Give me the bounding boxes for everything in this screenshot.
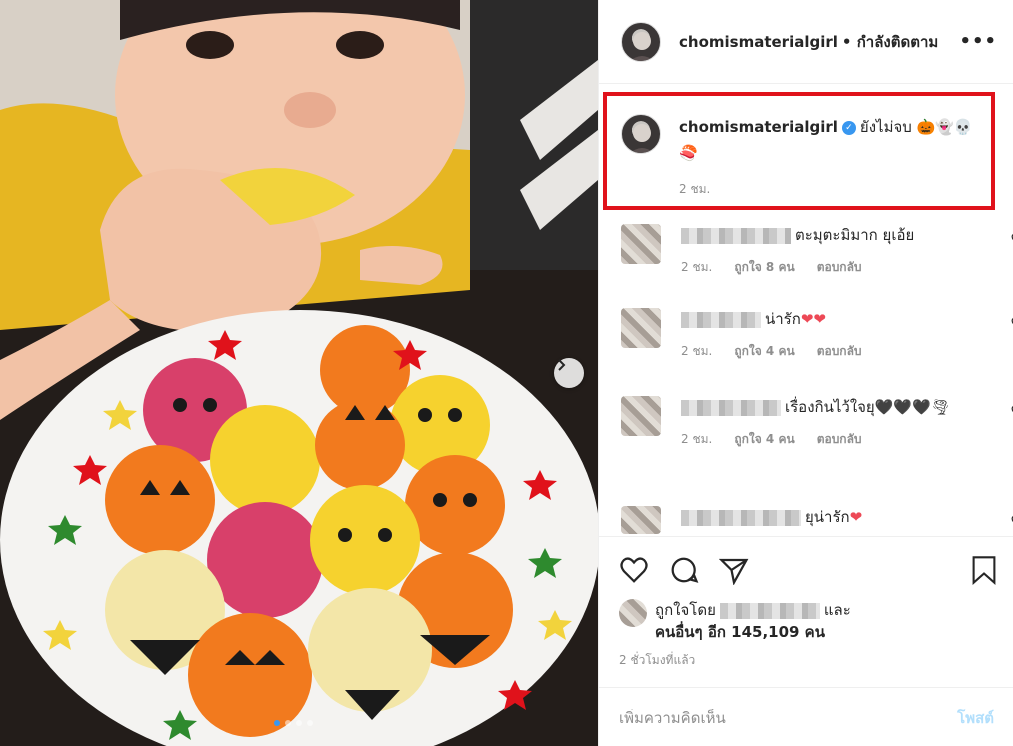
comment-likes[interactable]: ถูกใจ 4 คน — [734, 342, 794, 361]
post-comment-button[interactable]: โพสต์ — [957, 706, 994, 730]
bookmark-icon[interactable] — [970, 555, 998, 585]
comment-emoji: ❤ — [849, 508, 863, 526]
comment-item: ตะมุตะมิมาก ยุเอ้ย 2 ชม. ถูกใจ 8 คน ตอบกลั… — [621, 224, 1013, 277]
caption-time: 2 ชม. — [679, 182, 711, 196]
carousel-dot — [307, 720, 313, 726]
caption: chomismaterialgirl ✓ ยังไม่จบ 🎃👻💀🍣 2 ชม. — [621, 114, 991, 202]
chevron-right-icon — [558, 359, 566, 371]
comment-time: 2 ชม. — [681, 260, 713, 274]
follow-status[interactable]: • กำลังติดตาม — [842, 30, 938, 54]
verified-badge-icon: ✓ — [841, 120, 856, 135]
comment-time: 2 ชม. — [681, 344, 713, 358]
likes-summary: ถูกใจโดย และ คนอื่นๆ อีก 145,109 คน — [619, 599, 851, 643]
comment-form: โพสต์ — [599, 687, 1013, 746]
username-link[interactable]: chomismaterialgirl — [679, 33, 838, 51]
comment-time: 2 ชม. — [681, 432, 713, 446]
comment-item: น่ารัก❤❤ 2 ชม. ถูกใจ 4 คน ตอบกลับ — [621, 308, 1013, 361]
blurred-username[interactable] — [681, 227, 791, 244]
avatar[interactable] — [621, 114, 661, 154]
like-heart-icon[interactable] — [619, 555, 649, 585]
post-header: chomismaterialgirl • กำลังติดตาม ••• — [599, 0, 1013, 84]
avatar[interactable] — [621, 396, 661, 436]
comment-item: เรื่องกินไว้ใจยุ🖤🖤🖤🌪 2 ชม. ถูกใจ 4 คน ตอบก… — [621, 396, 1013, 449]
avatar[interactable] — [621, 506, 661, 534]
reply-button[interactable]: ตอบกลับ — [817, 258, 862, 277]
carousel-dot — [274, 720, 280, 726]
comment-text: เรื่องกินไว้ใจยุ🖤🖤🖤🌪 — [785, 398, 950, 416]
blurred-username[interactable] — [681, 509, 801, 526]
comment-input[interactable] — [619, 708, 958, 727]
post-sidebar: chomismaterialgirl • กำลังติดตาม ••• cho… — [598, 0, 1013, 746]
carousel-dot — [285, 720, 291, 726]
post-photo[interactable] — [0, 0, 598, 746]
blurred-username[interactable] — [719, 602, 820, 619]
comment-bubble-icon[interactable] — [669, 555, 699, 585]
avatar[interactable] — [621, 308, 661, 348]
carousel-next-button[interactable] — [554, 358, 584, 388]
post-image — [0, 0, 598, 746]
avatar[interactable] — [619, 599, 647, 627]
more-options-icon[interactable]: ••• — [959, 31, 997, 52]
liked-by-mid: และ — [823, 601, 851, 619]
reply-button[interactable]: ตอบกลับ — [817, 342, 862, 361]
comment-text: น่ารัก — [765, 310, 801, 328]
comment-likes[interactable]: ถูกใจ 8 คน — [734, 258, 794, 277]
avatar[interactable] — [621, 21, 661, 62]
comment-text: ยุน่ารัก — [805, 508, 850, 526]
post-actions: ถูกใจโดย และ คนอื่นๆ อีก 145,109 คน 2 ชั่… — [599, 536, 1013, 746]
comment-item: ยุน่ารัก❤ — [621, 506, 1013, 534]
share-paper-plane-icon[interactable] — [719, 555, 749, 585]
comment-text: ตะมุตะมิมาก ยุเอ้ย — [795, 226, 915, 244]
liked-by-prefix: ถูกใจโดย — [655, 601, 716, 619]
comment-emoji: ❤❤ — [800, 310, 826, 328]
reply-button[interactable]: ตอบกลับ — [817, 430, 862, 449]
avatar[interactable] — [621, 224, 661, 264]
blurred-username[interactable] — [681, 311, 761, 328]
carousel-dot — [296, 720, 302, 726]
caption-username[interactable]: chomismaterialgirl — [679, 118, 838, 136]
blurred-username[interactable] — [681, 399, 781, 416]
carousel-dots — [274, 720, 313, 726]
liked-by-others[interactable]: คนอื่นๆ อีก 145,109 คน — [655, 623, 825, 641]
comment-likes[interactable]: ถูกใจ 4 คน — [734, 430, 794, 449]
post-timestamp[interactable]: 2 ชั่วโมงที่แล้ว — [619, 651, 695, 670]
